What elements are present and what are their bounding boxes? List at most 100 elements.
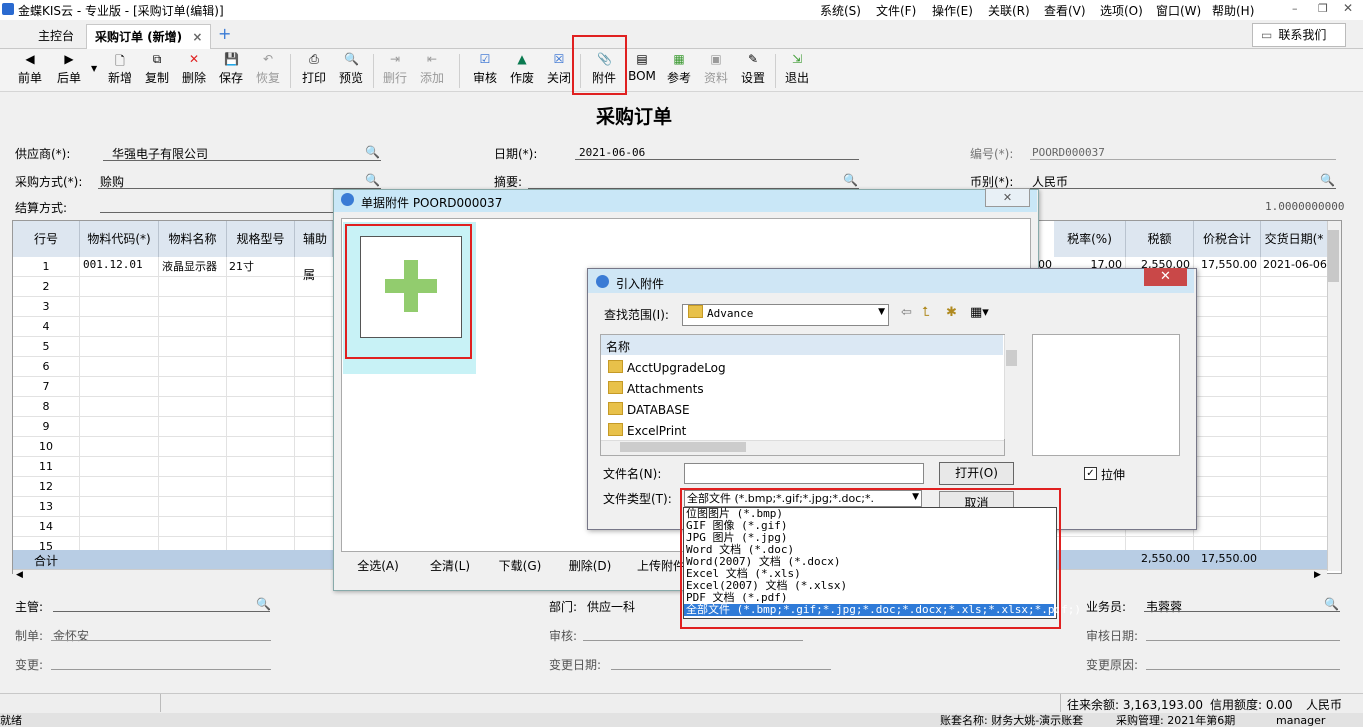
grid-vscroll-thumb[interactable] — [1328, 230, 1339, 282]
delete-attachment-button[interactable]: 删除(D) — [558, 556, 622, 576]
up-folder-icon[interactable]: ⮤ — [922, 305, 930, 320]
minimize-icon[interactable]: – — [1292, 2, 1298, 15]
scroll-right-icon[interactable]: ▶ — [1314, 570, 1321, 580]
summary-lookup-icon[interactable]: 🔍 — [843, 173, 858, 187]
clear-all-button[interactable]: 全清(L) — [418, 556, 482, 576]
col-total: 价税合计 — [1194, 221, 1261, 257]
filename-input[interactable] — [684, 463, 924, 484]
print-button[interactable]: ⎙ 打印 — [297, 52, 331, 86]
col-material-code: 物料代码(*) — [80, 221, 159, 257]
row1-delivery-date[interactable]: 2021-06-06 — [1263, 258, 1327, 271]
settings-button[interactable]: ✎ 设置 — [736, 52, 770, 86]
download-button[interactable]: 下载(G) — [488, 556, 552, 576]
reference-button[interactable]: ▦ 参考 — [662, 52, 696, 86]
purchase-method-lookup-icon[interactable]: 🔍 — [365, 173, 380, 187]
maker-label: 制单: — [15, 629, 44, 643]
printer-icon: ⎙ — [309, 52, 319, 66]
new-button[interactable]: 🗋 新增 — [103, 52, 137, 86]
menu-file[interactable]: 文件(F) — [876, 2, 916, 19]
filename-label: 文件名(N): — [603, 467, 662, 481]
import-dialog-titlebar[interactable] — [588, 269, 1194, 293]
folder-item[interactable]: AcctUpgradeLog — [608, 358, 726, 379]
toolbar-separator — [775, 54, 776, 88]
view-menu-icon[interactable]: ▦▾ — [970, 305, 989, 320]
manager-lookup-icon[interactable]: 🔍 — [256, 597, 271, 611]
bom-button[interactable]: ▤ BOM — [625, 52, 659, 83]
settings-label: 设置 — [740, 71, 765, 85]
exit-door-icon: ⇲ — [791, 52, 803, 66]
exchange-rate-field: 1.0000000000 — [1265, 200, 1345, 213]
row1-material-code[interactable]: 001.12.01 — [83, 258, 143, 271]
new-folder-icon[interactable]: ✱ — [946, 305, 957, 320]
status-user: manager — [1276, 714, 1326, 727]
status-currency: 人民币 — [1306, 698, 1343, 712]
contact-us-button[interactable]: ▭ 联系我们 — [1252, 23, 1346, 47]
menu-help[interactable]: 帮助(H) — [1212, 2, 1254, 19]
restore-label: 恢复 — [255, 71, 280, 85]
folder-icon — [688, 305, 703, 318]
row1-material-name[interactable]: 液晶显示器 — [162, 258, 217, 274]
date-field[interactable]: 2021-06-06 — [579, 146, 645, 159]
close-window-icon[interactable]: ✕ — [1343, 1, 1353, 15]
menu-system[interactable]: 系统(S) — [820, 2, 861, 19]
folder-icon — [608, 423, 623, 436]
lookin-select[interactable]: Advance ▼ — [682, 304, 889, 326]
tab-close-icon[interactable]: × — [192, 30, 202, 44]
select-all-button[interactable]: 全选(A) — [346, 556, 410, 576]
close-box-icon: ☒ — [553, 52, 565, 66]
close-bill-button[interactable]: ☒ 关闭 — [542, 52, 576, 86]
audit-button[interactable]: ☑ 审核 — [468, 52, 502, 86]
open-button[interactable]: 打开(O) — [939, 462, 1014, 485]
salesman-label: 业务员: — [1086, 600, 1127, 614]
void-button[interactable]: ▲ 作废 — [505, 52, 539, 86]
changer-underline — [51, 669, 271, 670]
tab-main-console[interactable]: 主控台 — [30, 24, 82, 48]
copy-button[interactable]: ⧉ 复制 — [140, 52, 174, 86]
menu-options[interactable]: 选项(O) — [1100, 2, 1143, 19]
col-tax: 税额 — [1126, 221, 1194, 257]
back-icon[interactable]: ⇦ — [901, 305, 912, 320]
tab-purchase-order-label: 采购订单 (新增) — [95, 30, 183, 44]
folder-item[interactable]: DATABASE — [608, 400, 690, 421]
import-dialog-close-button[interactable]: ✕ — [1144, 268, 1187, 286]
supplier-lookup-icon[interactable]: 🔍 — [365, 145, 380, 159]
folder-name: DATABASE — [627, 403, 690, 417]
new-doc-icon: 🗋 — [115, 54, 125, 68]
change-date-label: 变更日期: — [549, 658, 602, 672]
file-list-hscroll-thumb[interactable] — [620, 442, 746, 452]
salesman-lookup-icon[interactable]: 🔍 — [1324, 597, 1339, 611]
prev-bill-button[interactable]: ◀ 前单 — [13, 52, 47, 86]
folder-icon — [608, 402, 623, 415]
file-list-vscroll-thumb[interactable] — [1006, 350, 1017, 366]
menu-view[interactable]: 查看(V) — [1044, 2, 1086, 19]
delete-button[interactable]: ✕ 删除 — [177, 52, 211, 86]
sum-label: 合计 — [34, 554, 59, 568]
delete-row-icon: ⇥ — [389, 52, 401, 66]
menu-operation[interactable]: 操作(E) — [932, 2, 973, 19]
next-bill-button[interactable]: ▶ 后单 — [52, 52, 86, 86]
scroll-left-icon[interactable]: ◀ — [16, 570, 23, 580]
save-button[interactable]: 💾 保存 — [214, 52, 248, 86]
changer-label: 变更: — [15, 658, 44, 672]
status-ready: 就绪 — [0, 714, 22, 727]
exit-button[interactable]: ⇲ 退出 — [780, 52, 814, 86]
folder-item[interactable]: ExcelPrint — [608, 421, 686, 442]
add-tab-icon[interactable]: + — [218, 24, 231, 43]
menu-relation[interactable]: 关联(R) — [988, 2, 1030, 19]
preview-button[interactable]: 🔍 预览 — [334, 52, 368, 86]
department-field[interactable]: 供应一科 — [587, 598, 635, 615]
cloud-app-icon — [596, 275, 609, 288]
currency-lookup-icon[interactable]: 🔍 — [1320, 173, 1335, 187]
lookin-label: 查找范围(I): — [604, 308, 669, 322]
next-dropdown-icon[interactable]: ▼ — [91, 64, 97, 73]
name-column-header[interactable]: 名称 — [606, 338, 630, 355]
folder-item[interactable]: Attachments — [608, 379, 704, 400]
attachment-dialog-close-button[interactable]: ✕ — [985, 188, 1030, 207]
menu-window[interactable]: 窗口(W) — [1156, 2, 1201, 19]
row1-total[interactable]: 17,550.00 — [1195, 258, 1257, 271]
row1-spec[interactable]: 21寸 — [229, 258, 254, 274]
salesman-field[interactable]: 韦蓉蓉 — [1146, 598, 1182, 615]
restore-icon[interactable]: ❐ — [1318, 2, 1328, 15]
stretch-checkbox[interactable]: ✓ — [1084, 467, 1097, 480]
tab-purchase-order[interactable]: 采购订单 (新增) × — [86, 24, 212, 49]
